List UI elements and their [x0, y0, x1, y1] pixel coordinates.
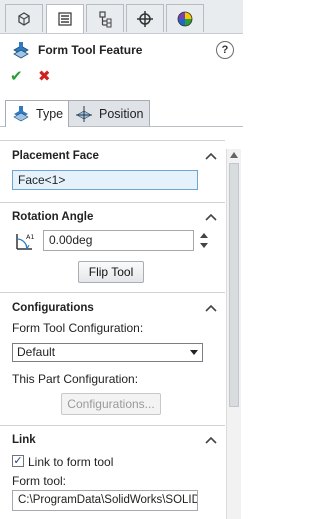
- angle-icon: A1: [16, 233, 35, 251]
- angle-spinner[interactable]: [197, 230, 211, 251]
- type-tab-icon: [13, 106, 29, 122]
- form-tool-configuration-label: Form Tool Configuration:: [12, 321, 144, 335]
- form-tool-configuration-select[interactable]: Default: [12, 343, 203, 362]
- group-title-link: Link: [12, 434, 36, 446]
- tab-type-label: Type: [36, 107, 64, 121]
- spin-down-icon[interactable]: [200, 243, 208, 248]
- tab-display-manager[interactable]: [166, 4, 204, 32]
- link-to-form-tool-label: Link to form tool: [28, 455, 114, 469]
- tab-position[interactable]: Position: [68, 100, 150, 126]
- collapse-chevron-icon[interactable]: [205, 303, 217, 313]
- collapse-chevron-icon[interactable]: [205, 151, 217, 161]
- rotation-angle-input[interactable]: 0.00deg: [43, 230, 194, 251]
- flip-tool-button[interactable]: Flip Tool: [78, 261, 144, 283]
- form-tool-path-field[interactable]: C:\ProgramData\SolidWorks\SOLID: [12, 490, 198, 511]
- placement-face-selection[interactable]: Face<1>: [12, 170, 198, 190]
- property-manager-icon: [58, 12, 72, 26]
- feature-manager-icon: [18, 11, 30, 26]
- collapse-chevron-icon[interactable]: [205, 435, 217, 445]
- this-part-configuration-label: This Part Configuration:: [12, 372, 139, 386]
- configurations-button[interactable]: Configurations...: [61, 393, 161, 415]
- form-tool-feature-icon: [13, 42, 29, 59]
- spin-up-icon[interactable]: [200, 233, 208, 238]
- svg-text:A1: A1: [26, 233, 35, 241]
- display-manager-icon: [177, 11, 193, 26]
- help-icon[interactable]: ?: [216, 41, 234, 59]
- group-title-placement-face: Placement Face: [12, 150, 99, 162]
- tab-position-label: Position: [99, 106, 144, 121]
- divider: [0, 202, 225, 203]
- collapse-chevron-icon[interactable]: [205, 212, 217, 222]
- tab-feature-manager[interactable]: [5, 4, 43, 32]
- tab-dimxpert-manager[interactable]: [126, 4, 164, 32]
- group-title-rotation-angle: Rotation Angle: [12, 211, 94, 223]
- divider: [0, 140, 225, 141]
- dimxpert-manager-icon: [137, 10, 153, 27]
- form-tool-path-label: Form tool:: [12, 474, 67, 488]
- divider: [0, 425, 225, 426]
- ok-button[interactable]: ✔: [10, 67, 23, 85]
- tab-property-manager[interactable]: [46, 4, 84, 33]
- page-title: Form Tool Feature: [38, 43, 143, 57]
- vertical-scrollbar[interactable]: [226, 149, 241, 519]
- link-to-form-tool-checkbox[interactable]: ✓: [12, 455, 24, 467]
- sub-tab-bar: Type Position: [0, 98, 243, 127]
- tab-type[interactable]: Type: [5, 100, 69, 127]
- manager-tab-bar: [0, 0, 243, 34]
- divider: [0, 292, 225, 293]
- group-title-configurations: Configurations: [12, 302, 94, 314]
- configuration-manager-icon: [99, 10, 112, 27]
- cancel-button[interactable]: ✖: [38, 67, 51, 85]
- scrollbar-thumb[interactable]: [229, 163, 239, 407]
- tab-configuration-manager[interactable]: [86, 4, 124, 32]
- dropdown-arrow-icon: [190, 350, 198, 355]
- scroll-up-arrow-icon[interactable]: [230, 152, 238, 158]
- form-tool-configuration-value: Default: [17, 345, 56, 359]
- position-tab-icon: [76, 105, 92, 122]
